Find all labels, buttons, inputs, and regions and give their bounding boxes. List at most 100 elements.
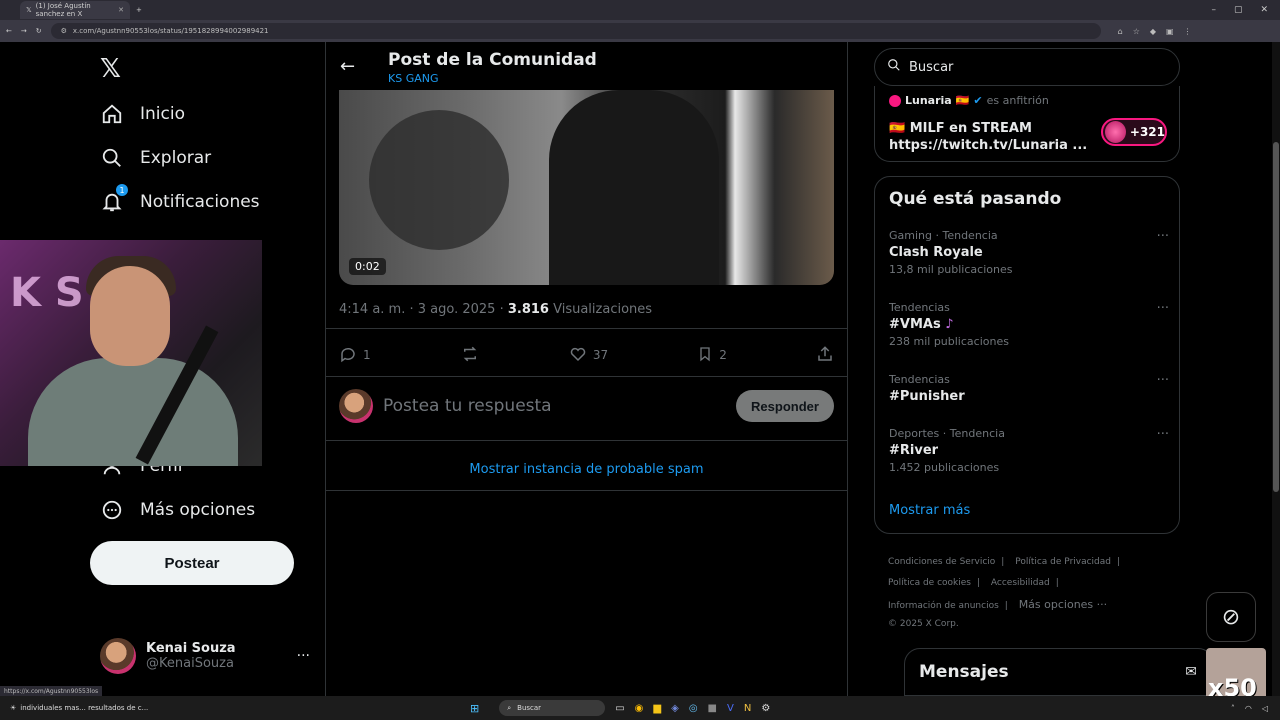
new-message-icon[interactable]: ✉ (1185, 664, 1197, 680)
page-header: ← Post de la Comunidad KS GANG (326, 42, 847, 90)
trend-item[interactable]: Tendencias #Punisher ··· (889, 373, 1169, 404)
taskbar-search[interactable]: ⌕ Buscar (499, 700, 606, 716)
close-tab-icon[interactable]: ✕ (118, 6, 124, 14)
back-arrow-icon[interactable]: ← (340, 56, 355, 77)
new-tab-icon[interactable]: + (136, 6, 142, 14)
folder-icon[interactable]: ▆ (653, 703, 661, 714)
footer-more[interactable]: Más opciones ··· (1019, 598, 1107, 611)
repost-action[interactable] (460, 345, 480, 366)
footer-link[interactable]: Política de Privacidad (1015, 557, 1111, 567)
task-view-icon[interactable]: ▭ (615, 703, 624, 714)
reply-action[interactable]: 1 (339, 345, 371, 366)
weather-icon[interactable]: ☀ (10, 704, 16, 712)
bookmark-star-icon[interactable]: ☆ (1133, 27, 1140, 36)
maximize-icon[interactable]: ▢ (1234, 5, 1243, 15)
nav-item-explore[interactable]: Explorar (100, 146, 211, 170)
streamer-shirt (28, 358, 238, 466)
network-icon[interactable]: ◠ (1245, 704, 1252, 713)
minimize-icon[interactable]: – (1211, 5, 1216, 15)
vscode-icon[interactable]: V (727, 703, 734, 714)
listeners-count: +321 (1129, 125, 1165, 139)
start-icon[interactable]: ⊞ (470, 702, 479, 715)
nav-label: Explorar (140, 148, 212, 168)
bell-icon: 1 (100, 184, 128, 214)
puzzle-icon[interactable]: ▣ (1166, 27, 1174, 36)
search-input[interactable]: Buscar (874, 48, 1180, 86)
nav-item-notifications[interactable]: 1 Notificaciones (100, 184, 260, 214)
post-meta: 4:14 a. m. · 3 ago. 2025 · 3.816 Visuali… (339, 302, 652, 317)
video-frame-figure (549, 90, 719, 285)
main-column: 0:02 ← Post de la Comunidad KS GANG 4:14… (325, 42, 848, 696)
messages-label: Mensajes (919, 662, 1009, 682)
nav-item-more[interactable]: Más opciones (100, 498, 255, 522)
bookmark-action[interactable]: 2 (697, 345, 727, 366)
search-icon (100, 146, 124, 170)
forward-nav-icon[interactable]: → (21, 27, 27, 35)
community-name[interactable]: KS GANG (388, 72, 439, 85)
video-player[interactable]: 0:02 (339, 90, 834, 285)
x-logo-icon[interactable]: 𝕏 (100, 54, 128, 84)
footer-link[interactable]: Información de anuncios (888, 601, 999, 611)
address-bar[interactable]: ⚙ x.com/Agustnn90553los/status/195182899… (50, 23, 1101, 39)
browser-toolbar: ← → ↻ ⚙ x.com/Agustnn90553los/status/195… (0, 20, 1280, 42)
reload-icon[interactable]: ↻ (36, 27, 42, 35)
more-dots-icon[interactable]: ··· (1157, 373, 1169, 388)
volume-icon[interactable]: ◁ (1262, 704, 1268, 713)
translate-icon[interactable]: ⌂ (1118, 27, 1123, 36)
scrollbar-thumb[interactable] (1273, 142, 1279, 492)
more-dots-icon[interactable]: ··· (297, 648, 310, 664)
notion-icon[interactable]: N (744, 703, 751, 714)
trend-item[interactable]: Gaming · Tendencia Clash Royale 13,8 mil… (889, 229, 1169, 276)
more-dots-icon[interactable]: ··· (1157, 301, 1169, 316)
nav-label: Más opciones (140, 500, 256, 520)
bookmark-icon (697, 345, 713, 366)
reply-input[interactable]: Postea tu respuesta (383, 396, 552, 416)
browser-tab[interactable]: 𝕏 (1) José Agustín sanchez en X ✕ (20, 1, 130, 19)
webcam-overlay: K S (0, 240, 262, 466)
steam-icon[interactable]: ◎ (689, 703, 698, 714)
chrome-icon[interactable]: ◉ (635, 703, 644, 714)
show-more-link[interactable]: Mostrar más (889, 503, 970, 518)
live-space-card[interactable]: Lunaria 🇪🇸 ✔ es anfitrión 🇪🇸 MILF en STR… (874, 86, 1180, 162)
footer-links: Condiciones de Servicio | Política de Pri… (888, 552, 1178, 631)
footer-link[interactable]: Accesibilidad (991, 578, 1050, 588)
nav-item-home[interactable]: Inicio (100, 102, 185, 126)
avatar (339, 389, 373, 423)
close-window-icon[interactable]: ✕ (1260, 5, 1268, 15)
settings-icon[interactable]: ⚙ (761, 703, 770, 714)
taskbar-search-label: Buscar (517, 704, 542, 712)
account-switcher[interactable]: Kenai Souza @KenaiSouza ··· (100, 638, 310, 674)
trend-count: 1.452 publicaciones (889, 461, 1000, 474)
profile-name: Kenai Souza (146, 641, 236, 656)
scrollbar[interactable] (1272, 42, 1280, 696)
back-nav-icon[interactable]: ← (6, 27, 12, 35)
extension-icon[interactable]: ◆ (1150, 27, 1156, 36)
footer-link[interactable]: Condiciones de Servicio (888, 557, 995, 567)
listeners-pill[interactable]: +321 (1101, 118, 1167, 146)
like-action[interactable]: 37 (569, 345, 608, 366)
right-sidebar: Buscar Lunaria 🇪🇸 ✔ es anfitrión 🇪🇸 MILF… (874, 42, 1181, 696)
site-info-icon[interactable]: ⚙ (61, 27, 67, 35)
footer-link[interactable]: Política de cookies (888, 578, 971, 588)
app-icon[interactable]: ■ (708, 703, 717, 714)
trend-name: #Punisher (889, 389, 965, 404)
post-button[interactable]: Postear (90, 541, 294, 585)
tray-arrow-icon[interactable]: ˄ (1231, 704, 1235, 713)
post-timestamp[interactable]: 4:14 a. m. · 3 ago. 2025 · (339, 302, 508, 317)
emote-text: x50 (1208, 674, 1257, 696)
messages-drawer[interactable]: Mensajes ✉ (904, 648, 1214, 696)
more-dots-icon[interactable]: ··· (1157, 229, 1169, 244)
more-dots-icon[interactable]: ··· (1157, 427, 1169, 442)
trend-item[interactable]: Tendencias #VMAs ♪ 238 mil publicaciones… (889, 301, 1169, 348)
trend-item[interactable]: Deportes · Tendencia #River 1.452 public… (889, 427, 1169, 474)
trend-name-row: #VMAs ♪ (889, 317, 1169, 332)
taskbar-apps: ▭ ◉ ▆ ◈ ◎ ■ V N ⚙ (615, 703, 770, 714)
reply-button[interactable]: Responder (736, 390, 834, 422)
discord-icon[interactable]: ◈ (671, 703, 679, 714)
taskbar-notification[interactable]: individuales mas... resultados de c... (20, 704, 148, 712)
show-spam-link[interactable]: Mostrar instancia de probable spam (326, 462, 847, 477)
menu-icon[interactable]: ⋮ (1184, 27, 1192, 36)
host-suffix: es anfitrión (986, 94, 1049, 107)
share-action[interactable] (816, 345, 834, 366)
grok-icon[interactable]: ⊘ (1206, 592, 1256, 642)
